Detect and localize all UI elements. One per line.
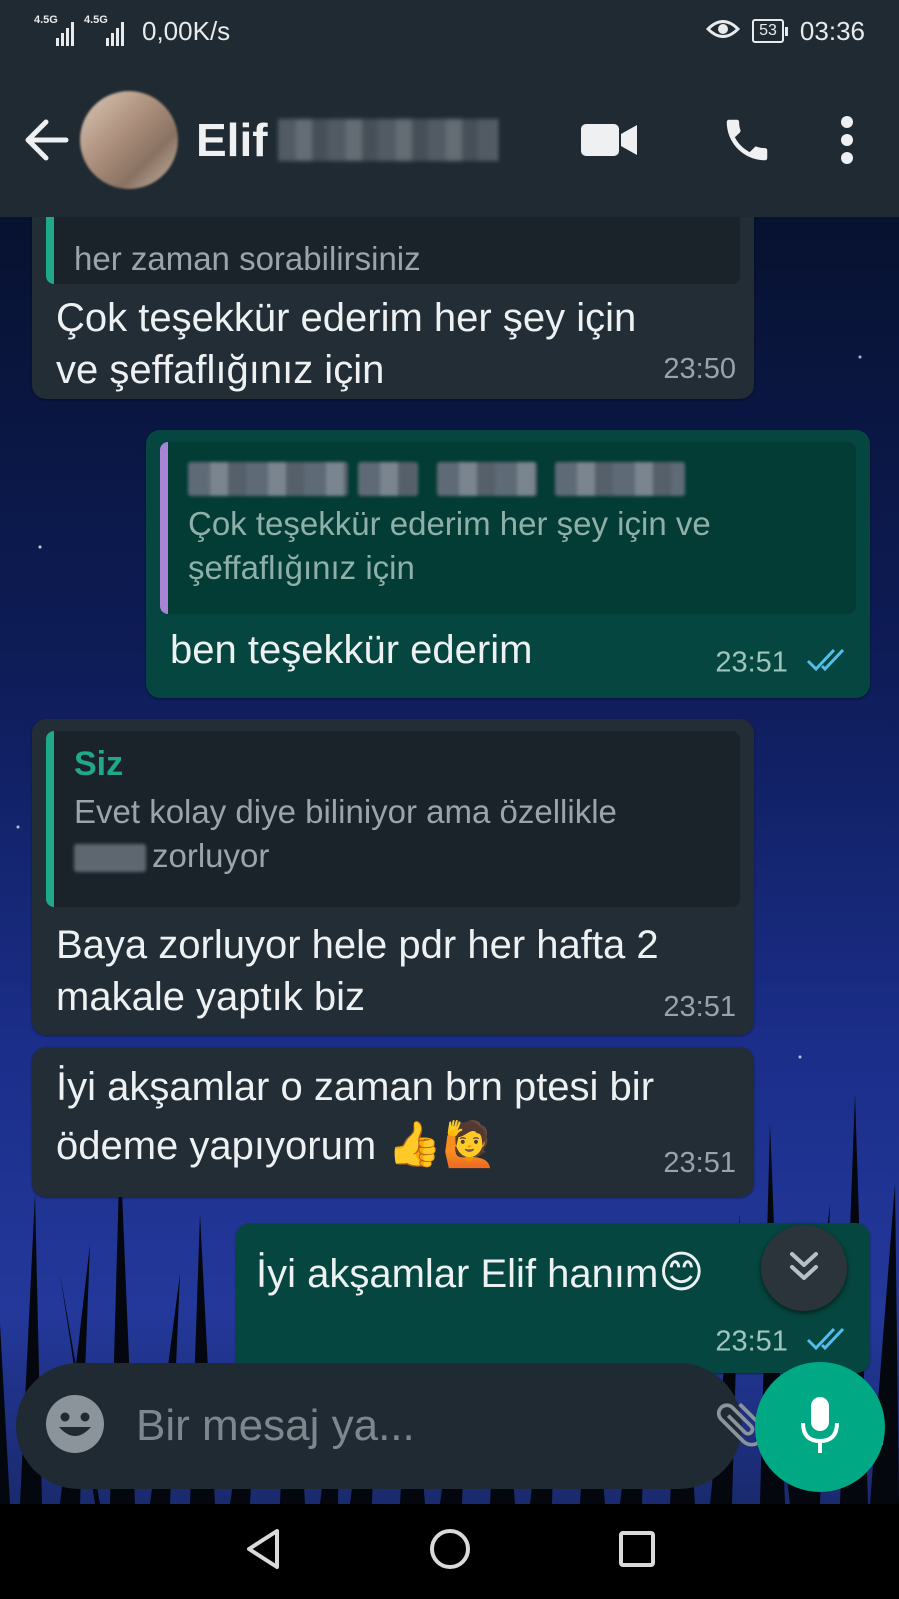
read-receipt-icon [806, 1325, 852, 1361]
contact-name[interactable]: Elif [196, 113, 268, 167]
eye-comfort-icon [706, 16, 741, 47]
clock: 03:36 [799, 15, 865, 46]
message-incoming[interactable]: İyi akşamlar o zaman brn ptesi bir ödeme… [32, 1047, 754, 1197]
message-incoming[interactable]: her zaman sorabilirsiniz Çok teşekkür ed… [32, 217, 754, 399]
message-outgoing[interactable]: Çok teşekkür ederim her şey için ve şeff… [146, 430, 870, 698]
message-time: 23:50 [663, 353, 736, 385]
emoji-icon[interactable] [44, 1393, 106, 1460]
message-time: 23:51 [663, 991, 736, 1023]
avatar[interactable] [80, 90, 178, 189]
quoted-text-line2: zorluyor [152, 837, 270, 874]
quoted-author: Siz [74, 745, 124, 783]
nav-recents-icon[interactable] [617, 1529, 657, 1574]
quoted-text: Çok teşekkür ederim her şey için ve şeff… [188, 505, 711, 586]
chat-header: Elif [0, 62, 899, 217]
nav-home-icon[interactable] [428, 1527, 472, 1576]
voice-record-button[interactable] [755, 1362, 885, 1492]
phone-icon[interactable] [717, 110, 777, 170]
chat-area[interactable]: her zaman sorabilirsiniz Çok teşekkür ed… [0, 217, 899, 1504]
quoted-message[interactable]: Siz Evet kolay diye biliniyor ama özelli… [46, 731, 740, 907]
microphone-icon [798, 1395, 842, 1460]
network-speed: 0,00K/s [142, 15, 231, 46]
message-incoming[interactable]: Siz Evet kolay diye biliniyor ama özelli… [32, 719, 754, 1035]
back-arrow-icon[interactable] [22, 118, 70, 162]
sim2-signal-icon: 4.5G [84, 14, 124, 46]
quoted-text: Evet kolay diye biliniyor ama özellikle [74, 793, 617, 830]
message-time: 23:51 [715, 646, 852, 682]
message-composer [16, 1363, 883, 1489]
quoted-text: her zaman sorabilirsiniz [74, 240, 421, 277]
smiling-face-emoji: 😊 [658, 1247, 705, 1298]
quoted-message[interactable]: Çok teşekkür ederim her şey için ve şeff… [160, 442, 856, 614]
message-text: İyi akşamlar o zaman brn ptesi bir [56, 1065, 655, 1109]
thumbs-up-raising-hand-emoji: 👍🙋 [387, 1119, 497, 1170]
message-input[interactable] [136, 1401, 711, 1451]
scroll-to-bottom-button[interactable] [761, 1225, 847, 1311]
redacted-surname [277, 118, 498, 161]
double-chevron-down-icon [784, 1246, 824, 1291]
message-text-line2: ödeme yapıyorum [56, 1124, 377, 1168]
message-time: 23:51 [715, 1325, 852, 1361]
redacted-quote-author [188, 452, 836, 502]
status-bar: 4.5G 4.5G 0,00K/s 53 03:36 [0, 0, 899, 62]
redacted-word [74, 844, 146, 873]
message-text: Çok teşekkür ederim her şey için ve şeff… [56, 296, 637, 392]
sim1-signal-icon: 4.5G [34, 14, 74, 46]
battery-icon: 53 [752, 19, 788, 43]
quoted-message[interactable]: her zaman sorabilirsiniz [46, 217, 740, 284]
message-text: Baya zorluyor hele pdr her hafta 2 makal… [56, 923, 659, 1019]
read-receipt-icon [806, 646, 852, 682]
system-navigation-bar [0, 1504, 899, 1599]
more-vert-icon[interactable] [837, 110, 857, 170]
message-text: İyi akşamlar Elif hanım [256, 1252, 659, 1296]
nav-back-icon[interactable] [243, 1527, 283, 1576]
video-call-icon[interactable] [579, 110, 639, 170]
message-time: 23:51 [663, 1147, 736, 1179]
